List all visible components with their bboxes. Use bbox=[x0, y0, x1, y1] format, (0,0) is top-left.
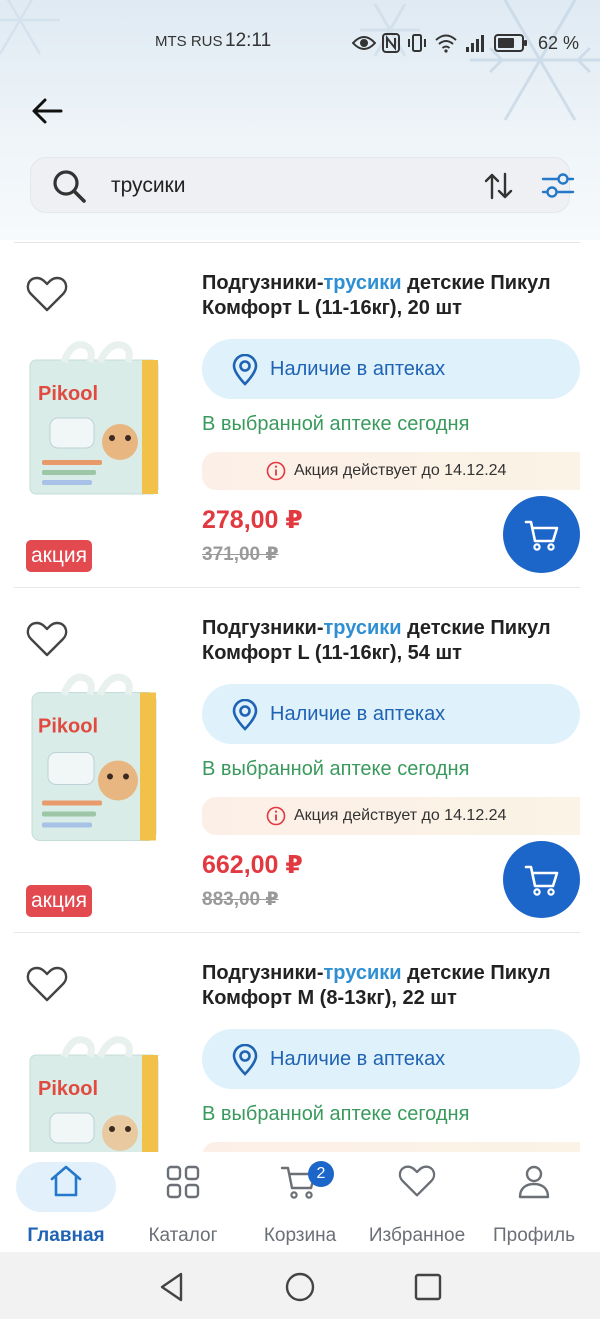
nav-home[interactable]: Главная bbox=[6, 1152, 126, 1252]
heart-icon[interactable] bbox=[26, 965, 68, 1003]
info-icon bbox=[266, 461, 286, 481]
location-pin-icon bbox=[232, 1044, 258, 1076]
delivery-note: В выбранной аптеке сегодня bbox=[202, 1103, 470, 1125]
product-image[interactable]: Pikool bbox=[24, 338, 164, 498]
product-title[interactable]: Подгузники-трусики детские Пикул Комфорт… bbox=[202, 271, 592, 321]
promo-info bbox=[202, 1142, 580, 1152]
brand-logo: Pikool bbox=[38, 1078, 98, 1100]
system-navigation-bar bbox=[0, 1252, 600, 1319]
promo-badge: акция bbox=[26, 885, 92, 917]
clock: 12:11 bbox=[225, 30, 272, 51]
nav-label: Профиль bbox=[492, 1225, 576, 1246]
nav-label: Корзина bbox=[263, 1225, 337, 1246]
signal-icon bbox=[466, 35, 484, 52]
nav-label: Избранное bbox=[368, 1225, 466, 1246]
price: 662,00 ₽ bbox=[202, 851, 303, 879]
status-bar: MTS RUS 12:11 62 % bbox=[0, 28, 600, 58]
cart-icon bbox=[524, 865, 558, 896]
heart-icon[interactable] bbox=[26, 275, 68, 313]
bottom-navigation: Главная Каталог Корзина 2 Избранное Проф… bbox=[0, 1152, 600, 1252]
promo-info: Акция действует до 14.12.24 bbox=[202, 452, 580, 490]
product-card[interactable]: Pikool акция Подгузники-трусики детские … bbox=[0, 588, 600, 933]
recents-square-icon[interactable] bbox=[411, 1270, 445, 1304]
sort-icon[interactable] bbox=[483, 170, 515, 202]
header: MTS RUS 12:11 62 % трусики bbox=[0, 0, 600, 240]
product-image[interactable]: Pikool bbox=[24, 1033, 164, 1152]
search-highlight: трусики bbox=[323, 962, 402, 984]
availability-button[interactable]: Наличие в аптеках bbox=[202, 1029, 580, 1089]
availability-label: Наличие в аптеках bbox=[270, 703, 446, 725]
price: 278,00 ₽ bbox=[202, 506, 303, 534]
eye-icon bbox=[352, 36, 376, 50]
battery-icon bbox=[494, 34, 527, 52]
promo-badge: акция bbox=[26, 540, 92, 572]
arrow-left-icon bbox=[32, 98, 63, 124]
user-icon bbox=[518, 1165, 550, 1199]
back-button[interactable] bbox=[28, 92, 66, 130]
search-highlight: трусики bbox=[323, 272, 402, 294]
grid-icon bbox=[166, 1165, 200, 1199]
location-pin-icon bbox=[232, 354, 258, 386]
promo-info: Акция действует до 14.12.24 bbox=[202, 797, 580, 835]
snowflake-decoration-icon bbox=[360, 0, 600, 121]
product-title[interactable]: Подгузники-трусики детские Пикул Комфорт… bbox=[202, 616, 592, 666]
info-icon bbox=[266, 806, 286, 826]
nav-label: Каталог bbox=[148, 1225, 218, 1246]
status-icons: 62 % bbox=[352, 28, 579, 58]
promo-text: Акция действует до 14.12.24 bbox=[294, 462, 507, 479]
heart-icon bbox=[398, 1165, 436, 1197]
wifi-icon bbox=[435, 34, 457, 53]
add-to-cart-button[interactable] bbox=[503, 496, 580, 573]
product-title[interactable]: Подгузники-трусики детские Пикул Комфорт… bbox=[202, 961, 592, 1011]
battery-percent: 62 % bbox=[538, 32, 580, 53]
old-price: 883,00 ₽ bbox=[202, 889, 279, 910]
vibrate-icon bbox=[408, 34, 426, 52]
cart-count-badge: 2 bbox=[308, 1161, 334, 1187]
search-icon bbox=[53, 170, 86, 203]
add-to-cart-button[interactable] bbox=[503, 841, 580, 918]
nav-cart[interactable]: Корзина bbox=[240, 1152, 360, 1252]
availability-button[interactable]: Наличие в аптеках bbox=[202, 684, 580, 744]
nav-favorites[interactable]: Избранное bbox=[357, 1152, 477, 1252]
product-image[interactable]: Pikool bbox=[24, 670, 164, 845]
nav-label: Главная bbox=[27, 1225, 105, 1246]
carrier-label: MTS RUS bbox=[155, 33, 223, 50]
delivery-note: В выбранной аптеке сегодня bbox=[202, 413, 470, 435]
nav-catalog[interactable]: Каталог bbox=[123, 1152, 243, 1252]
home-circle-icon[interactable] bbox=[283, 1270, 317, 1304]
brand-logo: Pikool bbox=[38, 716, 98, 738]
nfc-icon bbox=[382, 33, 400, 53]
cart-icon bbox=[524, 520, 558, 551]
promo-text: Акция действует до 14.12.24 bbox=[294, 807, 507, 824]
heart-icon[interactable] bbox=[26, 620, 68, 658]
product-card[interactable]: Pikool Подгузники-трусики детские Пикул … bbox=[0, 933, 600, 1152]
filter-icon[interactable] bbox=[541, 170, 575, 202]
brand-logo: Pikool bbox=[38, 383, 98, 405]
delivery-note: В выбранной аптеке сегодня bbox=[202, 758, 470, 780]
search-query: трусики bbox=[111, 174, 186, 197]
nav-profile[interactable]: Профиль bbox=[474, 1152, 594, 1252]
old-price: 371,00 ₽ bbox=[202, 544, 279, 565]
search-highlight: трусики bbox=[323, 617, 402, 639]
search-input[interactable]: трусики bbox=[30, 157, 575, 213]
availability-label: Наличие в аптеках bbox=[270, 1048, 446, 1070]
home-icon bbox=[50, 1165, 82, 1197]
location-pin-icon bbox=[232, 699, 258, 731]
product-card[interactable]: Pikool акция Подгузники-трусики детские … bbox=[0, 243, 600, 588]
availability-label: Наличие в аптеках bbox=[270, 358, 446, 380]
back-triangle-icon[interactable] bbox=[155, 1270, 189, 1304]
availability-button[interactable]: Наличие в аптеках bbox=[202, 339, 580, 399]
